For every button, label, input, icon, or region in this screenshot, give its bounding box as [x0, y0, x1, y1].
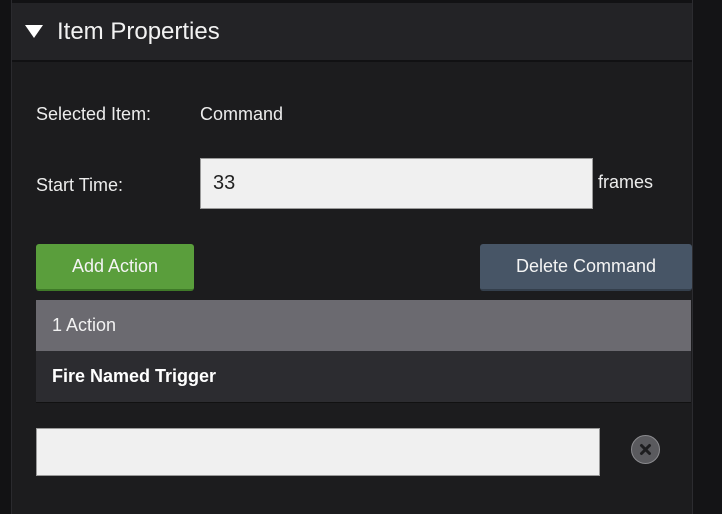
start-time-input[interactable]	[200, 158, 593, 209]
panel-title: Item Properties	[57, 17, 220, 45]
delete-command-button[interactable]: Delete Command	[480, 244, 692, 291]
action-list-item[interactable]: Fire Named Trigger	[36, 351, 691, 403]
start-time-label: Start Time:	[36, 175, 124, 195]
selected-item-value: Command	[200, 104, 284, 124]
left-panel-edge	[0, 0, 12, 514]
panel-header[interactable]: Item Properties	[12, 0, 692, 62]
trigger-name-input[interactable]	[36, 428, 600, 476]
start-time-unit: frames	[598, 172, 654, 192]
actions-list-header: 1 Action	[36, 300, 691, 351]
close-icon	[640, 444, 651, 455]
clear-input-button[interactable]	[631, 435, 660, 464]
item-properties-panel: Item Properties Selected Item: Command S…	[0, 0, 722, 514]
selected-item-label: Selected Item:	[36, 104, 152, 124]
add-action-button[interactable]: Add Action	[36, 244, 194, 291]
collapse-triangle-icon[interactable]	[25, 25, 43, 38]
scrollbar-track[interactable]	[692, 0, 722, 514]
